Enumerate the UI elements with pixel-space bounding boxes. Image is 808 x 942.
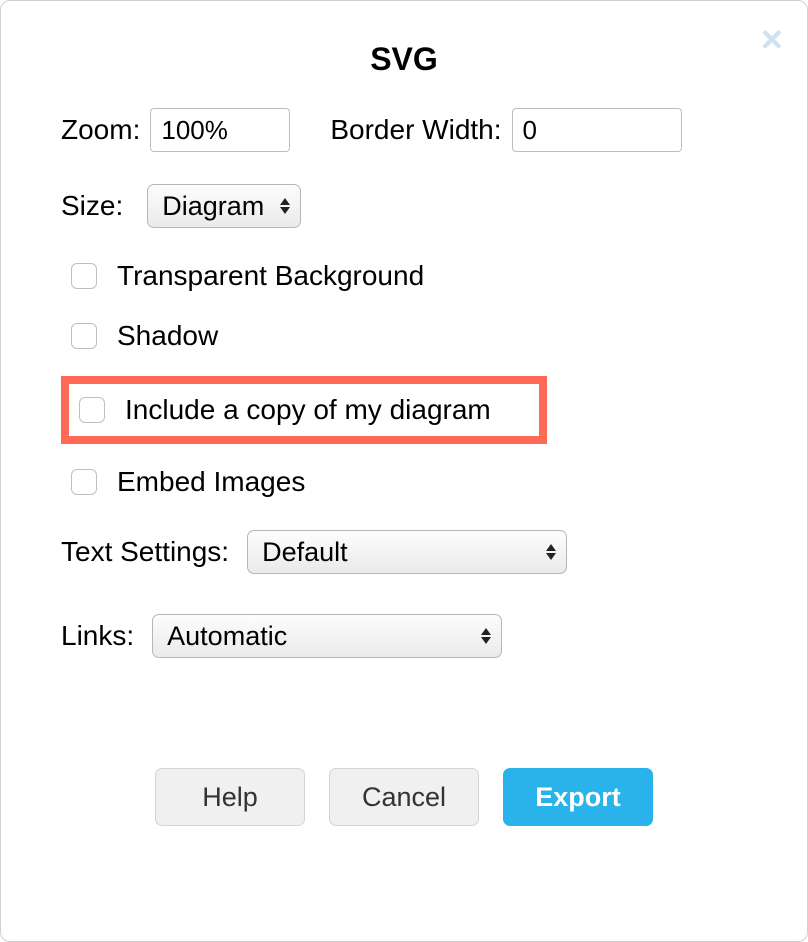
size-label: Size:	[61, 190, 123, 222]
include-copy-highlight: Include a copy of my diagram	[61, 376, 547, 444]
embed-images-label: Embed Images	[117, 466, 305, 498]
checkbox-icon[interactable]	[79, 397, 105, 423]
links-value: Automatic	[167, 621, 287, 652]
zoom-input[interactable]	[150, 108, 290, 152]
border-width-label: Border Width:	[330, 114, 501, 146]
help-button[interactable]: Help	[155, 768, 305, 826]
checkbox-icon[interactable]	[71, 469, 97, 495]
size-select[interactable]: Diagram	[147, 184, 301, 228]
links-label: Links:	[61, 620, 134, 652]
embed-images-option[interactable]: Embed Images	[71, 466, 747, 498]
close-icon[interactable]: ×	[761, 21, 783, 59]
include-copy-option[interactable]: Include a copy of my diagram	[79, 394, 491, 426]
links-select[interactable]: Automatic	[152, 614, 502, 658]
updown-icon	[280, 198, 290, 214]
text-settings-select[interactable]: Default	[247, 530, 567, 574]
dialog-title: SVG	[61, 41, 747, 78]
zoom-border-row: Zoom: Border Width:	[61, 108, 747, 152]
text-settings-row: Text Settings: Default	[61, 530, 747, 574]
dialog-buttons: Help Cancel Export	[61, 768, 747, 826]
checkbox-icon[interactable]	[71, 323, 97, 349]
export-svg-dialog: × SVG Zoom: Border Width: Size: Diagram …	[0, 0, 808, 942]
zoom-label: Zoom:	[61, 114, 140, 146]
text-settings-value: Default	[262, 537, 348, 568]
shadow-label: Shadow	[117, 320, 218, 352]
transparent-bg-label: Transparent Background	[117, 260, 424, 292]
size-select-value: Diagram	[162, 191, 264, 222]
export-button[interactable]: Export	[503, 768, 653, 826]
updown-icon	[481, 628, 491, 644]
updown-icon	[546, 544, 556, 560]
border-width-input[interactable]	[512, 108, 682, 152]
size-row: Size: Diagram	[61, 184, 747, 228]
text-settings-label: Text Settings:	[61, 536, 229, 568]
links-row: Links: Automatic	[61, 614, 747, 658]
transparent-bg-option[interactable]: Transparent Background	[71, 260, 747, 292]
checkbox-icon[interactable]	[71, 263, 97, 289]
shadow-option[interactable]: Shadow	[71, 320, 747, 352]
cancel-button[interactable]: Cancel	[329, 768, 479, 826]
include-copy-label: Include a copy of my diagram	[125, 394, 491, 426]
